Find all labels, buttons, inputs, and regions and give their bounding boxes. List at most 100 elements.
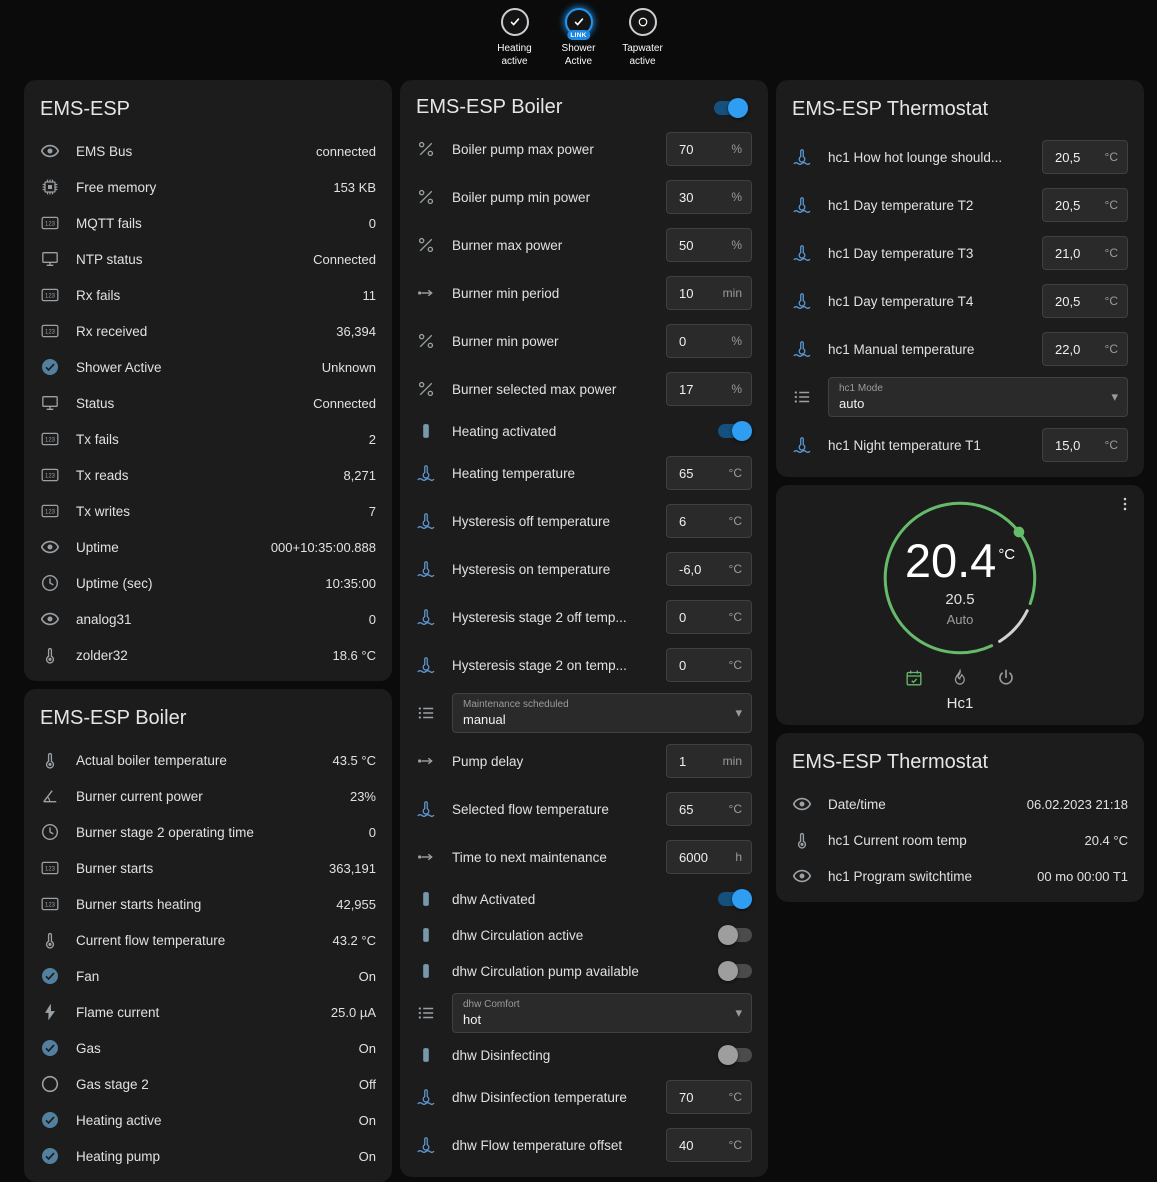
check-circle-icon — [40, 357, 60, 377]
svg-text:123: 123 — [45, 221, 56, 227]
number-input[interactable]: 6°C — [666, 504, 752, 538]
number-unit: % — [731, 190, 742, 204]
entity-row[interactable]: hc1 Program switchtime00 mo 00:00 T1 — [792, 858, 1128, 894]
calendar-sync-icon[interactable] — [904, 668, 924, 688]
entity-row[interactable]: 123Tx fails2 — [40, 421, 376, 457]
number-input[interactable]: 6000h — [666, 840, 752, 874]
number-input[interactable]: 15,0°C — [1042, 428, 1128, 462]
power-icon[interactable] — [996, 668, 1016, 688]
entity-row[interactable]: Burner stage 2 operating time0 — [40, 814, 376, 850]
entity-row[interactable]: Gas stage 2Off — [40, 1066, 376, 1102]
number-input[interactable]: 0°C — [666, 648, 752, 682]
entity-row[interactable]: 123Tx reads8,271 — [40, 457, 376, 493]
entity-row[interactable]: NTP statusConnected — [40, 241, 376, 277]
entity-row: Boiler pump max power70% — [416, 125, 752, 173]
number-input[interactable]: 40°C — [666, 1128, 752, 1162]
number-input[interactable]: 21,0°C — [1042, 236, 1128, 270]
number-input[interactable]: 65°C — [666, 456, 752, 490]
entity-row[interactable]: Date/time06.02.2023 21:18 — [792, 786, 1128, 822]
entity-row[interactable]: hc1 Current room temp20.4 °C — [792, 822, 1128, 858]
right-column: EMS-ESP Thermostat hc1 How hot lounge sh… — [776, 80, 1144, 902]
entity-row[interactable]: Uptime000+10:35:00.888 — [40, 529, 376, 565]
entity-row[interactable]: analog310 — [40, 601, 376, 637]
thermostat-dial[interactable]: 20.4°C 20.5 Auto — [870, 495, 1050, 667]
number-value: 40 — [679, 1138, 693, 1153]
number-input[interactable]: 17% — [666, 372, 752, 406]
check-circle-icon — [40, 1146, 60, 1166]
entity-row[interactable]: Free memory153 KB — [40, 169, 376, 205]
select-input[interactable]: Maintenance scheduledmanual▾ — [452, 693, 752, 733]
number-input[interactable]: 1min — [666, 744, 752, 778]
entity-value: 43.5 °C — [332, 753, 376, 768]
entity-row[interactable]: Current flow temperature43.2 °C — [40, 922, 376, 958]
thermo-water-icon — [416, 1087, 436, 1107]
entity-row[interactable]: 123Burner starts heating42,955 — [40, 886, 376, 922]
number-input[interactable]: 0% — [666, 324, 752, 358]
entity-row[interactable]: StatusConnected — [40, 385, 376, 421]
toggle-switch[interactable] — [718, 964, 752, 978]
thermometer-icon — [40, 645, 60, 665]
fire-icon[interactable] — [950, 668, 970, 688]
select-input[interactable]: dhw Comforthot▾ — [452, 993, 752, 1033]
number-input[interactable]: 22,0°C — [1042, 332, 1128, 366]
number-input[interactable]: 20,5°C — [1042, 140, 1128, 174]
number-input[interactable]: 10min — [666, 276, 752, 310]
svg-text:123: 123 — [45, 473, 56, 479]
entity-row[interactable]: Burner current power23% — [40, 778, 376, 814]
entity-row[interactable]: Shower ActiveUnknown — [40, 349, 376, 385]
entity-row[interactable]: 123Rx received36,394 — [40, 313, 376, 349]
badge-heating-active[interactable]: Heating active — [488, 8, 542, 68]
chip-icon — [40, 177, 60, 197]
entity-value: 11 — [363, 288, 377, 303]
badge-shower-active[interactable]: LINK Shower Active — [552, 8, 606, 68]
number-input[interactable]: 20,5°C — [1042, 284, 1128, 318]
entity-row[interactable]: 123Tx writes7 — [40, 493, 376, 529]
entity-label: Boiler pump min power — [452, 190, 650, 205]
toggle-switch[interactable] — [718, 424, 752, 438]
number-input[interactable]: 0°C — [666, 600, 752, 634]
entity-row: Selected flow temperature65°C — [416, 785, 752, 833]
entity-label: Burner selected max power — [452, 382, 650, 397]
entity-row[interactable]: Flame current25.0 µA — [40, 994, 376, 1030]
entity-label: Tx writes — [76, 504, 353, 519]
entity-value: 2 — [369, 432, 376, 447]
number-unit: °C — [1105, 150, 1118, 164]
entity-row[interactable]: Actual boiler temperature43.5 °C — [40, 742, 376, 778]
entity-row[interactable]: 123Burner starts363,191 — [40, 850, 376, 886]
heating-active-badge-circle — [501, 8, 529, 36]
entity-row[interactable]: EMS Busconnected — [40, 133, 376, 169]
number-input[interactable]: 70°C — [666, 1080, 752, 1114]
entity-row[interactable]: Uptime (sec)10:35:00 — [40, 565, 376, 601]
check-icon — [571, 14, 587, 30]
number-input[interactable]: 20,5°C — [1042, 188, 1128, 222]
number-input[interactable]: 65°C — [666, 792, 752, 826]
toggle-switch[interactable] — [718, 892, 752, 906]
thermometer-icon — [40, 930, 60, 950]
number-value: 1 — [679, 754, 686, 769]
number-input[interactable]: 30% — [666, 180, 752, 214]
entity-value: On — [359, 969, 376, 984]
ems-esp-status-card: EMS-ESP EMS BusconnectedFree memory153 K… — [24, 80, 392, 681]
entity-row[interactable]: zolder3218.6 °C — [40, 637, 376, 673]
entity-row[interactable]: GasOn — [40, 1030, 376, 1066]
entity-row[interactable]: FanOn — [40, 958, 376, 994]
badge-tapwater-active[interactable]: Tapwater active — [616, 8, 670, 68]
number-input[interactable]: 50% — [666, 228, 752, 262]
current-temperature-value: 20.4 — [905, 534, 996, 587]
entity-row[interactable]: 123Rx fails11 — [40, 277, 376, 313]
number-input[interactable]: -6,0°C — [666, 552, 752, 586]
toggle-switch[interactable] — [718, 928, 752, 942]
entity-row[interactable]: 123MQTT fails0 — [40, 205, 376, 241]
card-header-toggle[interactable] — [714, 101, 748, 115]
entity-label: Tx reads — [76, 468, 327, 483]
entity-label: hc1 Day temperature T2 — [828, 198, 1026, 213]
more-options-icon[interactable] — [1116, 495, 1134, 513]
badge-label: Shower Active — [552, 42, 606, 68]
percent-icon — [416, 187, 436, 207]
entity-row[interactable]: Heating activeOn — [40, 1102, 376, 1138]
module-icon — [416, 421, 436, 441]
toggle-switch[interactable] — [718, 1048, 752, 1062]
number-input[interactable]: 70% — [666, 132, 752, 166]
entity-row: Burner max power50% — [416, 221, 752, 269]
select-input[interactable]: hc1 Modeauto▾ — [828, 377, 1128, 417]
